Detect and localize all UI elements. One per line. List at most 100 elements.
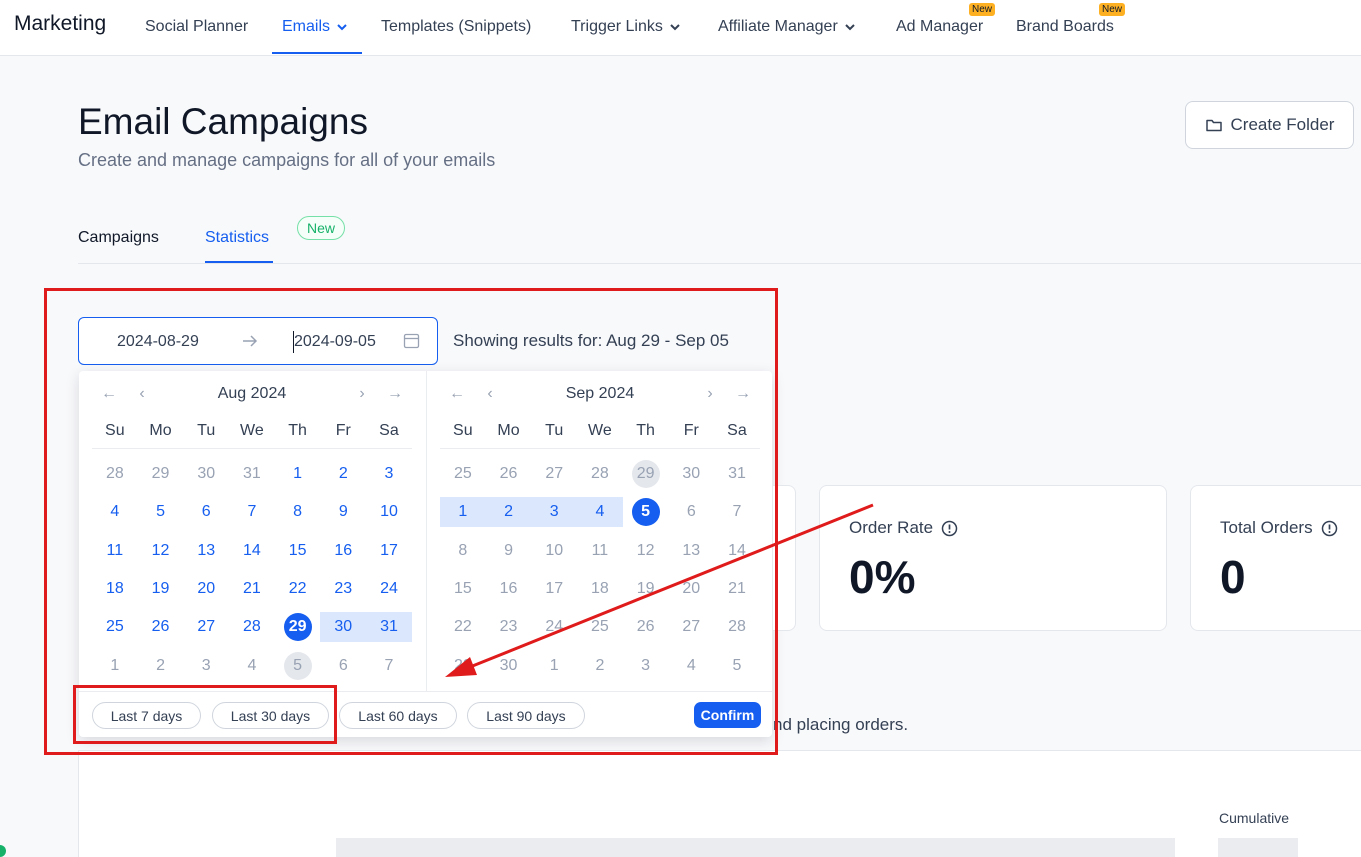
- calendar-day[interactable]: 7: [366, 651, 412, 681]
- calendar-day[interactable]: 31: [714, 459, 760, 489]
- calendar-day[interactable]: 22: [275, 574, 321, 604]
- calendar-day[interactable]: 28: [577, 459, 623, 489]
- calendar-day[interactable]: 22: [440, 612, 486, 642]
- tab-campaigns[interactable]: Campaigns: [78, 229, 159, 247]
- calendar-day[interactable]: 4: [92, 497, 138, 527]
- range-end-date[interactable]: 2024-09-05: [294, 333, 376, 351]
- calendar-day[interactable]: 28: [714, 612, 760, 642]
- calendar-day[interactable]: 19: [138, 574, 184, 604]
- calendar-day[interactable]: 30: [668, 459, 714, 489]
- calendar-day[interactable]: 23: [486, 612, 532, 642]
- calendar-day[interactable]: 3: [623, 651, 669, 681]
- calendar-icon[interactable]: [403, 332, 420, 349]
- calendar-day[interactable]: 18: [92, 574, 138, 604]
- calendar-day[interactable]: 11: [577, 536, 623, 566]
- next-month-icon[interactable]: ›: [701, 385, 719, 403]
- calendar-day[interactable]: 30: [320, 612, 367, 643]
- calendar-day[interactable]: 28: [229, 612, 275, 642]
- calendar-day[interactable]: 3: [183, 651, 229, 681]
- nav-social-planner[interactable]: Social Planner: [145, 18, 248, 36]
- calendar-day[interactable]: 25: [440, 459, 486, 489]
- calendar-day[interactable]: 16: [320, 536, 366, 566]
- calendar-month-title[interactable]: Aug 2024: [79, 385, 425, 403]
- calendar-day[interactable]: 28: [92, 459, 138, 489]
- calendar-day[interactable]: 29: [440, 651, 486, 681]
- calendar-day[interactable]: 6: [320, 651, 366, 681]
- calendar-day[interactable]: 30: [486, 651, 532, 681]
- nav-trigger-links[interactable]: Trigger Links: [571, 18, 681, 36]
- calendar-day[interactable]: 19: [623, 574, 669, 604]
- info-icon[interactable]: [941, 520, 958, 537]
- date-range-input[interactable]: 2024-08-29 2024-09-05: [78, 317, 438, 365]
- calendar-day[interactable]: 4: [577, 497, 623, 528]
- calendar-day[interactable]: 26: [138, 612, 184, 642]
- calendar-day[interactable]: 13: [183, 536, 229, 566]
- nav-emails[interactable]: Emails: [282, 18, 348, 36]
- calendar-day[interactable]: 2: [320, 459, 366, 489]
- cumulative-toggle-label[interactable]: Cumulative: [1219, 810, 1289, 826]
- calendar-day[interactable]: 25: [577, 612, 623, 642]
- nav-affiliate-manager[interactable]: Affiliate Manager: [718, 18, 856, 36]
- calendar-month-title[interactable]: Sep 2024: [427, 385, 773, 403]
- calendar-day[interactable]: 26: [623, 612, 669, 642]
- calendar-day[interactable]: 24: [366, 574, 412, 604]
- nav-brand-boards[interactable]: Brand Boards: [1016, 18, 1114, 36]
- calendar-day[interactable]: 31: [366, 612, 412, 643]
- next-year-icon[interactable]: →: [734, 385, 752, 403]
- calendar-day[interactable]: 5: [138, 497, 184, 527]
- nav-ad-manager[interactable]: Ad Manager: [896, 18, 983, 36]
- calendar-day[interactable]: 17: [366, 536, 412, 566]
- preset-last-60-days[interactable]: Last 60 days: [339, 702, 457, 729]
- calendar-day[interactable]: 12: [623, 536, 669, 566]
- preset-last-90-days[interactable]: Last 90 days: [467, 702, 585, 729]
- calendar-day[interactable]: 14: [229, 536, 275, 566]
- confirm-button[interactable]: Confirm: [694, 702, 761, 728]
- nav-templates[interactable]: Templates (Snippets): [381, 18, 531, 36]
- calendar-day[interactable]: 27: [183, 612, 229, 642]
- calendar-day[interactable]: 29: [138, 459, 184, 489]
- calendar-day[interactable]: 11: [92, 536, 138, 566]
- calendar-day[interactable]: 25: [92, 612, 138, 642]
- calendar-day[interactable]: 24: [531, 612, 577, 642]
- calendar-day[interactable]: 15: [440, 574, 486, 604]
- calendar-day[interactable]: 6: [668, 497, 714, 527]
- calendar-day[interactable]: 1: [531, 651, 577, 681]
- calendar-day[interactable]: 9: [320, 497, 366, 527]
- calendar-day[interactable]: 8: [440, 536, 486, 566]
- cumulative-toggle[interactable]: [1218, 838, 1298, 857]
- preset-last-7-days[interactable]: Last 7 days: [92, 702, 201, 729]
- calendar-day[interactable]: 7: [229, 497, 275, 527]
- calendar-day[interactable]: 3: [531, 497, 578, 528]
- next-month-icon[interactable]: ›: [353, 385, 371, 403]
- calendar-day[interactable]: 8: [275, 497, 321, 527]
- calendar-day[interactable]: 10: [366, 497, 412, 527]
- calendar-day[interactable]: 4: [229, 651, 275, 681]
- calendar-day[interactable]: 9: [486, 536, 532, 566]
- calendar-day[interactable]: 5: [714, 651, 760, 681]
- calendar-day[interactable]: 2: [138, 651, 184, 681]
- calendar-day[interactable]: 5: [623, 497, 669, 527]
- calendar-day[interactable]: 3: [366, 459, 412, 489]
- calendar-day[interactable]: 20: [183, 574, 229, 604]
- calendar-day[interactable]: 29: [623, 459, 669, 489]
- calendar-day[interactable]: 21: [229, 574, 275, 604]
- calendar-day[interactable]: 26: [486, 459, 532, 489]
- calendar-day[interactable]: 30: [183, 459, 229, 489]
- calendar-day[interactable]: 17: [531, 574, 577, 604]
- calendar-day[interactable]: 15: [275, 536, 321, 566]
- calendar-day[interactable]: 27: [668, 612, 714, 642]
- calendar-day[interactable]: 1: [275, 459, 321, 489]
- calendar-day[interactable]: 2: [485, 497, 532, 528]
- calendar-day[interactable]: 5: [275, 651, 321, 681]
- calendar-day[interactable]: 16: [486, 574, 532, 604]
- calendar-day[interactable]: 10: [531, 536, 577, 566]
- calendar-day[interactable]: 23: [320, 574, 366, 604]
- calendar-day[interactable]: 12: [138, 536, 184, 566]
- range-start-date[interactable]: 2024-08-29: [117, 333, 199, 351]
- calendar-day[interactable]: 13: [668, 536, 714, 566]
- next-year-icon[interactable]: →: [386, 385, 404, 403]
- calendar-day[interactable]: 1: [92, 651, 138, 681]
- calendar-day[interactable]: 4: [668, 651, 714, 681]
- tab-statistics[interactable]: Statistics: [205, 229, 269, 247]
- calendar-day[interactable]: 21: [714, 574, 760, 604]
